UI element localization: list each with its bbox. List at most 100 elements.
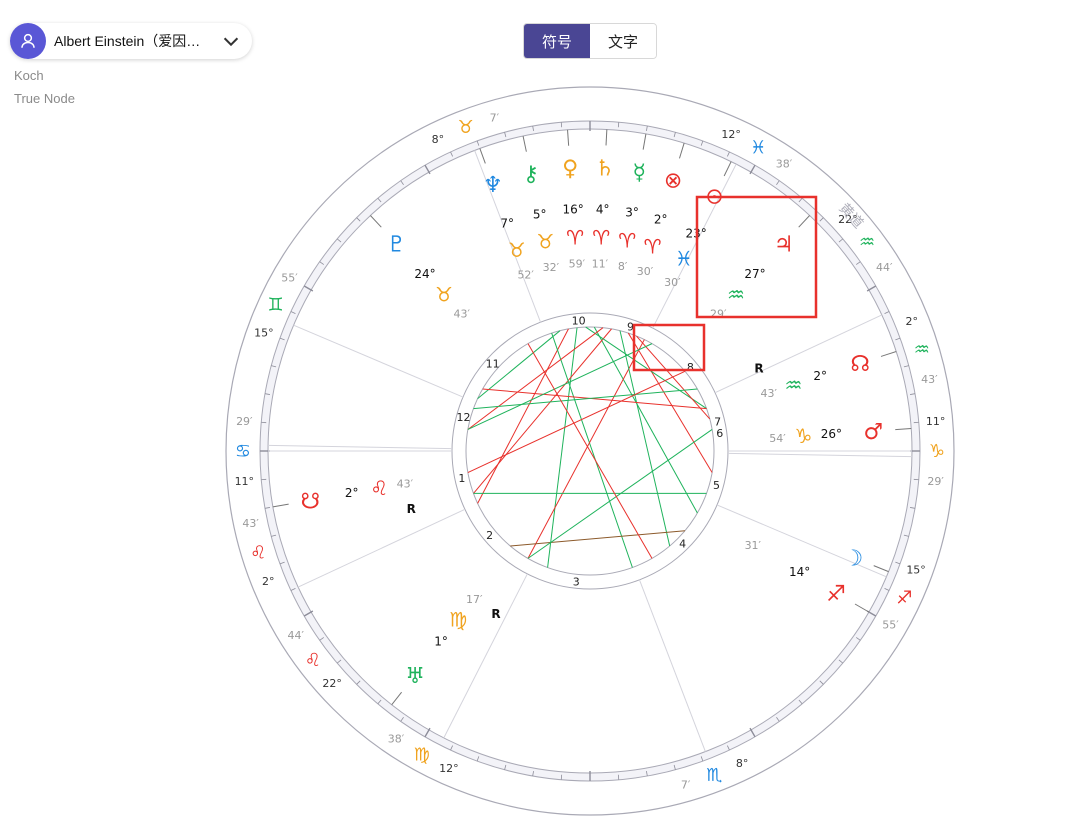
planet-glyph: ♄ [595,156,615,181]
sign-minute: 55′ [281,272,298,285]
planet-minute: 11′ [592,257,609,270]
planet-minute: 29′ [710,308,727,321]
house-number: 2 [486,529,493,542]
planet-degree: 1° [434,635,448,649]
house-number: 7 [714,416,721,429]
planet-degree: 27° [744,267,765,281]
planet-glyph: ☽ [843,546,863,571]
planet-glyph: ⊗ [664,168,682,193]
house-number: 5 [713,479,720,492]
planet-sign: ♈ [592,225,610,249]
sign-minute: 44′ [876,261,893,274]
sign-degree: 8° [736,757,749,770]
planet-minute: 8′ [618,260,628,273]
sign-glyph: ♏ [706,765,722,786]
house-number: 6 [716,427,723,440]
planet-glyph: ♀ [562,157,578,182]
planet-sign: ♒ [785,373,803,397]
planet-sign: ♉ [537,230,555,254]
sign-glyph: ♍ [414,744,430,765]
planet-glyph: ♐ [826,582,846,607]
planet-minute: 31′ [745,539,762,552]
planet-degree: 3° [625,206,639,220]
planet-minute: 52′ [517,268,534,281]
sign-glyph: ♊ [267,294,283,315]
retrograde-marker: R [754,362,763,376]
house-number: 4 [679,538,686,551]
sign-glyph: ♌ [250,542,266,563]
sign-minute: 29′ [927,475,944,488]
planet-minute: 43′ [454,308,471,321]
sign-minute: 43′ [242,517,259,530]
sign-degree: 2° [905,315,918,328]
sign-minute: 29′ [236,415,253,428]
sign-glyph: ♑ [929,441,945,462]
house-number: 12 [456,411,470,424]
house-number: 11 [486,357,500,370]
planet-minute: 54′ [769,432,786,445]
sign-glyph: ♐ [896,588,912,609]
planet-minute: 43′ [761,387,778,400]
sign-degree: 8° [432,133,445,146]
sign-glyph: ♋ [235,441,251,462]
sign-degree: 2° [262,575,275,588]
sign-degree: 15° [254,326,274,339]
house-number: 10 [572,314,586,327]
planet-minute: 43′ [397,478,414,491]
sign-glyph: ♒ [914,340,930,361]
natal-chart-wheel: ♉8°7′♓12°38′♒22°44′♒2°43′♑11°29′♐15°55′♏… [225,86,955,816]
house-number: 3 [573,575,580,588]
planet-glyph: ♂ [863,420,883,445]
house-number: 8 [687,361,694,374]
sign-minute: 7′ [490,111,500,124]
sign-minute: 38′ [388,733,405,746]
planet-glyph: ☿ [633,160,647,185]
sign-degree: 11° [926,415,946,428]
planet-glyph: ♅ [405,664,425,689]
planet-degree: 2° [345,486,359,500]
retrograde-marker: R [407,502,416,516]
planet-sign: ♓ [675,247,693,271]
planet-glyph: ♆ [483,173,503,198]
sign-minute: 38′ [776,157,793,170]
planet-sign: ♍ [449,608,467,632]
planet-minute: 59′ [569,257,586,270]
sign-degree: 12° [439,762,459,775]
sign-degree: 22° [322,677,342,690]
planet-degree: 14° [789,565,810,579]
planet-degree: 7° [500,217,514,231]
planet-degree: 2° [654,213,668,227]
planet-glyph: ⚷ [523,162,539,187]
planet-sign: ♑ [795,424,813,448]
sign-minute: 44′ [287,629,304,642]
planet-degree: 24° [414,267,435,281]
sign-minute: 55′ [882,619,899,632]
sign-minute: 7′ [681,779,691,792]
sign-minute: 43′ [921,373,938,386]
sign-glyph: ♓ [750,138,766,159]
planet-sign: ♈ [644,234,662,258]
planet-sign: ♉ [435,282,453,306]
planet-minute: 30′ [664,276,681,289]
planet-glyph: ♃ [774,232,794,257]
planet-degree: 26° [821,427,842,441]
sign-degree: 11° [235,475,255,488]
planet-degree: 4° [596,202,610,216]
planet-minute: 32′ [543,261,560,274]
planet-glyph: ☋ [301,489,321,514]
sign-degree: 12° [721,128,741,141]
planet-sign: ♉ [508,238,526,262]
planet-degree: 16° [562,203,583,217]
planet-minute: 30′ [637,265,654,278]
planet-sign: ♈ [618,228,636,252]
house-number: 1 [458,472,465,485]
planet-minute: 17′ [466,593,483,606]
planet-sign: ♌ [370,476,388,500]
planet-sign: ♈ [566,226,584,250]
sign-glyph: ♌ [305,650,321,671]
sign-glyph: ♉ [458,117,474,138]
planet-degree: 5° [533,207,547,221]
planet-degree: 2° [813,369,827,383]
planet-sign: ♒ [727,282,745,306]
retrograde-marker: R [491,607,500,621]
